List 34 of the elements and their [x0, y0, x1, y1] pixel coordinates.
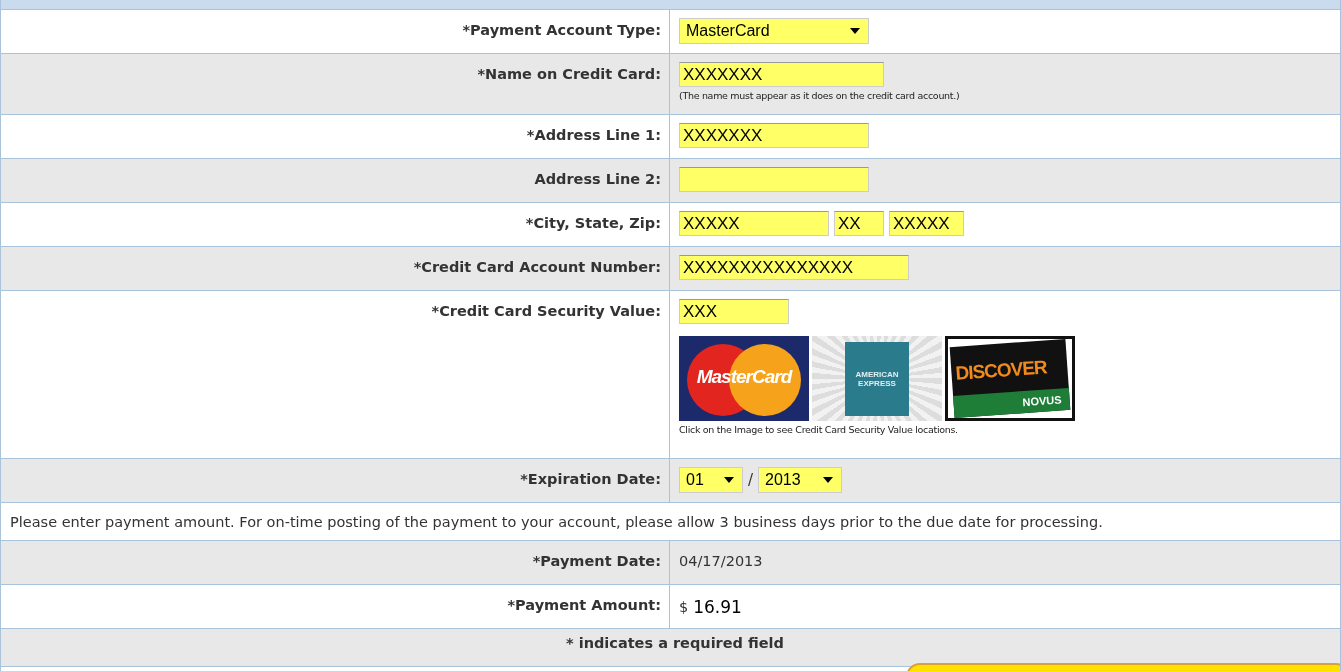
field-label: *Credit Card Account Number: — [413, 259, 661, 275]
caret-icon — [850, 28, 860, 34]
payment-note: Please enter payment amount. For on-time posting of the payment to your account, please allow 3 business days prior to the due date for processing. — [10, 513, 1103, 530]
payment-amount: 16.91 — [693, 596, 742, 617]
discover-logo[interactable]: DISCOVER NOVUS — [945, 336, 1075, 421]
hint-text: Click on the Image to see Credit Card Security Value locations. — [679, 424, 958, 435]
field-label: *Payment Amount: — [507, 597, 661, 613]
field-label: *Credit Card Security Value: — [431, 303, 661, 319]
field-label: *Expiration Date: — [520, 471, 661, 487]
caret-icon — [724, 477, 734, 483]
currency-symbol: $ — [679, 598, 689, 615]
caret-icon — [823, 477, 834, 483]
field-label: *City, State, Zip: — [525, 215, 661, 231]
text-field[interactable]: XXXXXXX — [679, 62, 884, 87]
required-field-note: * indicates a required field — [566, 634, 784, 651]
text-field[interactable]: XXX — [679, 299, 789, 324]
text-field[interactable]: XXXXX — [679, 211, 829, 236]
date-separator: / — [748, 471, 754, 489]
text-field[interactable] — [679, 167, 869, 192]
text-field[interactable]: XXXXX — [889, 211, 964, 236]
text-field[interactable]: XXXXXXXXXXXXXXX — [679, 255, 909, 280]
amex-logo[interactable]: AMERICAN EXPRESS — [812, 336, 942, 421]
field-label: *Payment Account Type: — [462, 22, 661, 38]
hint-text: (The name must appear as it does on the credit card account.) — [679, 90, 960, 101]
payment-date: 04/17/2013 — [679, 552, 763, 569]
field-label: *Payment Date: — [532, 553, 661, 569]
dropdown[interactable]: 01 — [679, 467, 743, 493]
dropdown[interactable]: 2013 — [758, 467, 843, 493]
dropdown[interactable]: MasterCard — [679, 18, 869, 44]
field-label: *Address Line 1: — [526, 127, 661, 143]
field-label: Address Line 2: — [534, 171, 661, 187]
text-field[interactable]: XXXXXXX — [679, 123, 869, 148]
field-label: *Name on Credit Card: — [477, 66, 661, 82]
text-field[interactable]: XX — [834, 211, 884, 236]
